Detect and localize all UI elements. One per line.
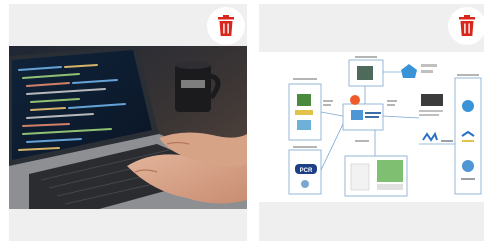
image-card-1 (9, 4, 247, 241)
image-card-2: PCR (259, 4, 484, 241)
laptop-photo (9, 46, 247, 209)
pcr-label: PCR (300, 168, 313, 174)
card-image-laptop[interactable] (9, 46, 247, 209)
trash-icon (459, 15, 475, 36)
delete-button[interactable] (207, 7, 245, 45)
process-flow-diagram: PCR (288, 56, 482, 197)
delete-button[interactable] (448, 7, 484, 45)
trash-icon (218, 15, 234, 36)
card-image-diagram[interactable]: PCR (259, 52, 484, 202)
